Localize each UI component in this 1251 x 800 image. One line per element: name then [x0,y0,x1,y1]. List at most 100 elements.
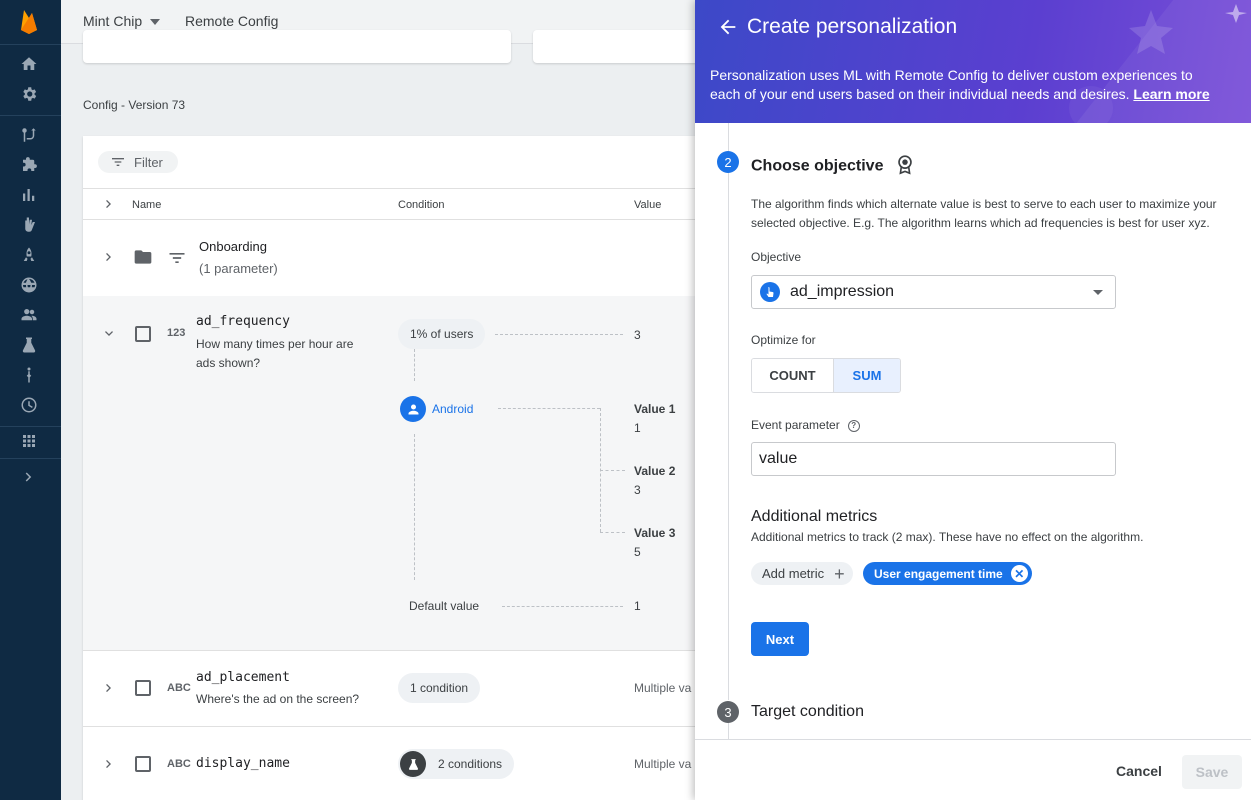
chevron-right-icon[interactable] [19,467,39,487]
row-checkbox[interactable] [135,326,151,342]
parameter-table: Filter Name Condition Value Onboarding (… [83,136,723,800]
project-name: Mint Chip [83,13,143,29]
android-user-icon [400,396,426,422]
add-metric-label: Add metric [762,566,825,581]
column-header-value[interactable]: Value [634,199,661,211]
step-2-title-text: Choose objective [751,157,884,175]
remove-metric-icon[interactable]: ✕ [1010,565,1028,582]
routes-icon[interactable] [19,125,39,145]
left-nav [0,0,61,800]
panel-header: Create personalization Personalization u… [695,0,1251,123]
collapse-row-chevron-icon[interactable] [101,326,117,342]
funnel-icon[interactable] [19,365,39,385]
expand-row-chevron-icon[interactable] [101,756,117,772]
sum-toggle-button[interactable]: SUM [834,359,900,392]
plus-icon: + [834,563,845,584]
default-value-label: Default value [409,599,480,613]
row-checkbox[interactable] [135,680,151,696]
learn-more-link[interactable]: Learn more [1133,86,1209,102]
objective-explanation: The algorithm finds which alternate valu… [751,197,1217,230]
hand-icon[interactable] [19,215,39,235]
step-3-number: 3 [717,701,739,723]
param-key[interactable]: ad_frequency [196,314,290,329]
objective-select[interactable]: ad_impression [751,275,1116,309]
variant-2-label: Value 2 [634,464,676,478]
variant-3-value: 5 [634,545,641,559]
save-button[interactable]: Save [1182,755,1242,789]
param-description: Where's the ad on the screen? [196,692,360,706]
objective-label: Objective [751,250,802,264]
param-description: How many times per hour are ads shown? [196,337,354,370]
param-key[interactable]: display_name [196,756,290,771]
home-icon[interactable] [19,54,39,74]
variant-2-value: 3 [634,483,641,497]
sparkle-decoration-icon [1069,0,1251,123]
expand-group-chevron-icon[interactable] [101,249,117,265]
dropdown-arrow-icon [1093,290,1103,295]
condition-chip[interactable]: 1 condition [398,673,481,703]
apps-icon[interactable] [19,431,39,451]
panel-footer: Cancel Save [695,739,1251,800]
metric-chip-label: User engagement time [874,566,1003,581]
group-filter-icon [167,248,187,266]
panel-title: Create personalization [747,15,958,38]
filter-icon [112,158,124,166]
config-version-label: Config - Version 73 [83,98,186,112]
number-type-icon: 123 [167,327,186,339]
extensions-icon[interactable] [19,155,39,175]
expanded-row-background [83,296,723,650]
back-arrow-icon[interactable] [717,16,741,40]
event-parameter-input[interactable]: value [751,442,1116,476]
gear-icon[interactable] [19,84,39,104]
step-2-title: Choose objective [751,153,916,180]
project-selector[interactable]: Mint Chip [83,13,161,29]
firebase-logo-icon[interactable] [18,8,40,34]
users-icon[interactable] [19,305,39,325]
metric-chip[interactable]: User engagement time ✕ [863,562,1032,585]
expand-row-chevron-icon[interactable] [101,680,117,696]
group-count: (1 parameter) [199,261,278,276]
filter-button[interactable]: Filter [98,151,178,173]
table-header: Name Condition Value [83,188,723,220]
row-checkbox[interactable] [135,756,151,772]
param-key[interactable]: ad_placement [196,670,290,685]
touch-event-icon [760,282,780,302]
summary-card-1 [83,30,511,63]
rocket-icon[interactable] [19,245,39,265]
param-value: Multiple va [634,757,692,771]
group-name[interactable]: Onboarding [199,239,267,254]
step-2-number: 2 [717,151,739,173]
product-title: Remote Config [185,13,279,29]
condition-chip-label: 2 conditions [438,757,503,771]
event-parameter-label-text: Event parameter [751,418,840,432]
panel-description: Personalization uses ML with Remote Conf… [710,66,1210,104]
filter-label: Filter [134,154,163,170]
clock-icon[interactable] [19,395,39,415]
column-header-name[interactable]: Name [132,199,161,211]
android-condition-label[interactable]: Android [432,402,473,416]
add-metric-button[interactable]: Add metric + [751,562,853,585]
count-toggle-button[interactable]: COUNT [752,359,834,392]
folder-icon [133,247,153,265]
condition-chip[interactable]: 2 conditions [398,749,515,779]
column-header-condition[interactable]: Condition [398,199,444,211]
flask-icon [400,751,426,777]
caret-down-icon [150,19,161,26]
help-icon[interactable]: ? [847,419,860,432]
event-parameter-label: Event parameter? [751,418,860,432]
cancel-button[interactable]: Cancel [1103,756,1175,786]
optimize-toggle: COUNT SUM [751,358,901,393]
optimize-for-label: Optimize for [751,333,816,347]
string-type-icon: ABC [167,758,191,770]
expand-all-chevron-icon[interactable] [101,196,117,212]
step-3-title[interactable]: Target condition [751,703,864,721]
award-badge-icon [894,153,916,180]
flask-icon[interactable] [19,335,39,355]
condition-chip[interactable]: 1% of users [398,319,486,349]
objective-value: ad_impression [790,283,895,300]
default-value: 1 [634,599,641,613]
param-value: Multiple va [634,681,692,695]
next-button[interactable]: Next [751,622,809,656]
analytics-icon[interactable] [19,185,39,205]
globe-icon[interactable] [19,275,39,295]
